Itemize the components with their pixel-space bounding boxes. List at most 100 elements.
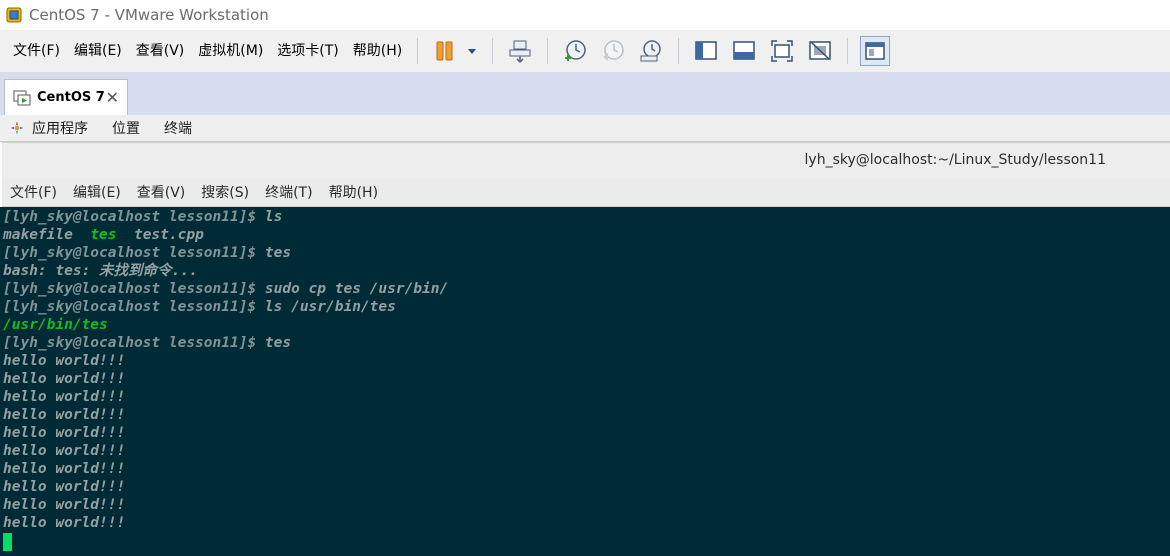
terminal-lines: [lyh_sky@localhost lesson11]$ ls makefil… (3, 208, 448, 532)
send-ctrl-alt-del-icon (509, 40, 531, 63)
terminal-line: hello world!!! (3, 460, 448, 478)
terminal-menu-help[interactable]: 帮助(H) (321, 182, 386, 202)
snapshot-manager-icon (640, 40, 661, 62)
terminal-line: hello world!!! (3, 352, 448, 370)
snapshot-manager-button[interactable] (636, 36, 666, 66)
ls-entry-executable: /usr/bin/tes (3, 317, 108, 333)
ls-entry-cpp: test.cpp (116, 227, 204, 243)
vm-tab-icon (13, 90, 31, 105)
window-title: CentOS 7 - VMware Workstation (29, 6, 269, 24)
toolbar-separator (678, 38, 680, 64)
toolbar-separator (847, 38, 849, 64)
gnome-top-panel: 应用程序 位置 终端 (0, 115, 1170, 142)
terminal-line: makefile tes test.cpp (3, 226, 448, 244)
unity-button[interactable] (805, 36, 835, 66)
thumbnail-bar-icon (733, 41, 755, 60)
revert-snapshot-button[interactable] (598, 36, 628, 66)
show-library-button[interactable] (691, 36, 721, 66)
shell-command: ls /usr/bin/tes (264, 299, 396, 315)
program-output: hello world!!! (3, 443, 126, 459)
vmware-app-icon (6, 7, 22, 23)
panel-terminal-menu[interactable]: 终端 (164, 118, 192, 138)
terminal-cursor (3, 533, 12, 551)
terminal-line: hello world!!! (3, 478, 448, 496)
terminal-line: hello world!!! (3, 370, 448, 388)
tab-close-icon[interactable]: ✕ (106, 89, 119, 106)
snapshot-take-icon (565, 40, 586, 61)
terminal-window-header[interactable]: lyh_sky@localhost:~/Linux_Study/lesson11 (2, 142, 1170, 179)
terminal-line: bash: tes: 未找到命令... (3, 262, 448, 280)
ls-entry-makefile: makefile (3, 227, 91, 243)
tab-label: CentOS 7 (37, 90, 105, 105)
console-view-button[interactable] (860, 36, 891, 66)
shell-command: sudo cp tes /usr/bin/ (264, 281, 449, 297)
terminal-line: [lyh_sky@localhost lesson11]$ tes (3, 244, 448, 262)
program-output: hello world!!! (3, 461, 126, 477)
toolbar-separator (417, 38, 419, 64)
vm-tab-strip: CentOS 7 ✕ (0, 73, 1170, 115)
menu-edit[interactable]: 编辑(E) (67, 37, 129, 65)
terminal-line: hello world!!! (3, 514, 448, 532)
terminal-menu-terminal[interactable]: 终端(T) (257, 182, 320, 202)
menu-view[interactable]: 查看(V) (129, 37, 192, 65)
menu-tabs[interactable]: 选项卡(T) (270, 37, 345, 65)
send-ctrl-alt-del-button[interactable] (505, 36, 535, 66)
program-output: hello world!!! (3, 407, 126, 423)
window-titlebar: CentOS 7 - VMware Workstation (0, 0, 1170, 30)
ls-entry-executable: tes (90, 227, 117, 243)
terminal-menu-edit[interactable]: 编辑(E) (65, 182, 129, 202)
terminal-line: hello world!!! (3, 496, 448, 514)
shell-prompt: [lyh_sky@localhost lesson11]$ (3, 209, 265, 225)
take-snapshot-button[interactable] (560, 36, 590, 66)
menu-file[interactable]: 文件(F) (6, 37, 67, 65)
pause-icon (436, 41, 453, 61)
shell-prompt: [lyh_sky@localhost lesson11]$ (3, 281, 265, 297)
terminal-output-area[interactable]: [lyh_sky@localhost lesson11]$ ls makefil… (0, 207, 1170, 556)
power-dropdown-button[interactable] (464, 36, 480, 66)
error-output: bash: tes: 未找到命令... (3, 263, 198, 279)
program-output: hello world!!! (3, 479, 126, 495)
snapshot-revert-icon (603, 40, 624, 61)
shell-command: tes (264, 335, 292, 351)
program-output: hello world!!! (3, 515, 126, 531)
terminal-menu-search[interactable]: 搜索(S) (193, 182, 257, 202)
tab-centos-7[interactable]: CentOS 7 ✕ (4, 79, 128, 115)
program-output: hello world!!! (3, 389, 126, 405)
vmware-menu: 文件(F) 编辑(E) 查看(V) 虚拟机(M) 选项卡(T) 帮助(H) (0, 37, 409, 65)
vmware-menubar-toolbar: 文件(F) 编辑(E) 查看(V) 虚拟机(M) 选项卡(T) 帮助(H) (0, 30, 1170, 73)
unity-icon (809, 41, 831, 60)
fullscreen-icon (771, 40, 793, 62)
shell-prompt: [lyh_sky@localhost lesson11]$ (3, 245, 265, 261)
menu-help[interactable]: 帮助(H) (346, 37, 409, 65)
toolbar-separator (492, 38, 494, 64)
shell-prompt: [lyh_sky@localhost lesson11]$ (3, 335, 265, 351)
pause-button[interactable] (430, 36, 460, 66)
terminal-menu-file[interactable]: 文件(F) (2, 182, 65, 202)
panel-applications-menu[interactable]: 应用程序 (32, 118, 88, 138)
shell-prompt: [lyh_sky@localhost lesson11]$ (3, 299, 265, 315)
show-library-icon (695, 41, 717, 60)
thumbnail-bar-button[interactable] (729, 36, 759, 66)
terminal-menubar: 文件(F) 编辑(E) 查看(V) 搜索(S) 终端(T) 帮助(H) (2, 178, 1170, 207)
console-view-icon (865, 42, 885, 60)
terminal-line: [lyh_sky@localhost lesson11]$ tes (3, 334, 448, 352)
program-output: hello world!!! (3, 353, 126, 369)
applications-menu-icon (10, 121, 24, 135)
terminal-line: hello world!!! (3, 406, 448, 424)
terminal-line: hello world!!! (3, 424, 448, 442)
terminal-line: [lyh_sky@localhost lesson11]$ ls /usr/bi… (3, 298, 448, 316)
terminal-window-title: lyh_sky@localhost:~/Linux_Study/lesson11 (804, 152, 1106, 168)
program-output: hello world!!! (3, 371, 126, 387)
dropdown-arrow-icon (468, 49, 477, 54)
terminal-menu-view[interactable]: 查看(V) (129, 182, 194, 202)
toolbar-separator (547, 38, 549, 64)
terminal-line: hello world!!! (3, 388, 448, 406)
terminal-line: [lyh_sky@localhost lesson11]$ ls (3, 208, 448, 226)
terminal-line: [lyh_sky@localhost lesson11]$ sudo cp te… (3, 280, 448, 298)
program-output: hello world!!! (3, 425, 126, 441)
terminal-line: /usr/bin/tes (3, 316, 448, 334)
fullscreen-button[interactable] (767, 36, 797, 66)
panel-places-menu[interactable]: 位置 (112, 118, 140, 138)
terminal-line: hello world!!! (3, 442, 448, 460)
menu-vm[interactable]: 虚拟机(M) (191, 37, 270, 65)
